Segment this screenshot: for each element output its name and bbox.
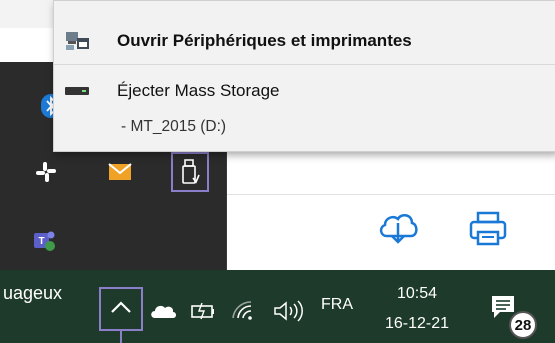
app-divider bbox=[225, 194, 555, 195]
teams-icon[interactable]: T bbox=[26, 222, 62, 258]
onedrive-icon[interactable] bbox=[149, 302, 177, 320]
menu-item-label: Éjecter Mass Storage bbox=[117, 81, 280, 100]
menu-separator bbox=[54, 64, 555, 65]
svg-text:T: T bbox=[38, 236, 44, 247]
battery-icon[interactable] bbox=[190, 302, 216, 320]
cloud-download-icon[interactable] bbox=[376, 208, 420, 248]
menu-item-eject[interactable]: Éjecter Mass Storage bbox=[54, 76, 555, 106]
pointer-line bbox=[120, 331, 122, 343]
show-hidden-icons-button[interactable] bbox=[99, 287, 143, 331]
notification-count-badge: 28 bbox=[509, 311, 537, 339]
menu-item-drive[interactable]: - MT_2015 (D:) bbox=[54, 113, 555, 141]
clock-date[interactable]: 16-12-21 bbox=[383, 314, 451, 334]
volume-icon[interactable] bbox=[273, 300, 305, 322]
mail-icon[interactable] bbox=[102, 154, 138, 190]
devices-printers-icon bbox=[64, 30, 90, 52]
wifi-icon[interactable] bbox=[231, 300, 255, 322]
slack-icon[interactable] bbox=[28, 154, 64, 190]
menu-item-open-devices[interactable]: Ouvrir Périphériques et imprimantes bbox=[54, 23, 555, 59]
weather-text[interactable]: uageux bbox=[3, 283, 62, 304]
language-indicator[interactable]: FRA bbox=[321, 296, 353, 314]
menu-item-label: - MT_2015 (D:) bbox=[121, 118, 227, 135]
chevron-up-icon bbox=[110, 300, 132, 319]
usb-drive-icon[interactable] bbox=[171, 152, 209, 192]
context-menu: Ouvrir Périphériques et imprimantes Éjec… bbox=[53, 0, 555, 152]
menu-item-label: Ouvrir Périphériques et imprimantes bbox=[117, 31, 412, 50]
drive-icon bbox=[64, 80, 90, 102]
printer-icon[interactable] bbox=[468, 210, 508, 248]
clock-time[interactable]: 10:54 bbox=[385, 284, 449, 304]
